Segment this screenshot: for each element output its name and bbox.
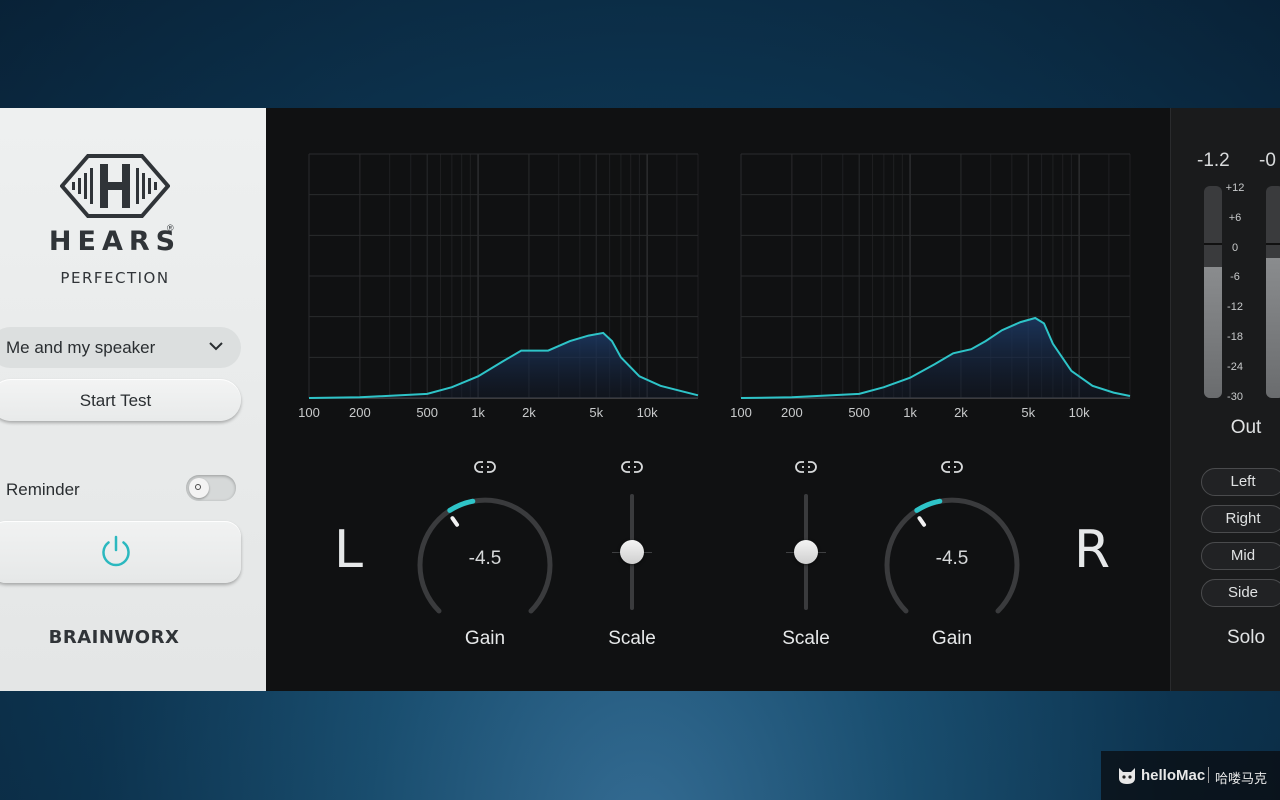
- eq-x-tick-label-right: 2k: [954, 405, 968, 420]
- meter-scale-tick: -12: [1227, 301, 1243, 314]
- gain-value-right: -4.5: [935, 548, 969, 569]
- eq-x-tick-label-left: 2k: [522, 405, 536, 420]
- gain-knob-pointer: [917, 516, 927, 527]
- output-readout-left: -1.2: [1197, 150, 1230, 171]
- output-readout-right: -0: [1259, 150, 1276, 171]
- watermark: helloMac 哈喽马克: [1101, 751, 1280, 800]
- hears-logo-icon: [60, 154, 170, 218]
- eq-x-tick-label-right: 10k: [1069, 405, 1090, 420]
- eq-x-tick-label-left: 5k: [589, 405, 603, 420]
- eq-x-tick-label-right: 5k: [1021, 405, 1035, 420]
- output-meter-right-peak: [1266, 243, 1280, 246]
- start-test-label: Start Test: [79, 391, 152, 410]
- gain-knob-value-arc: [447, 498, 476, 513]
- chevron-down-icon: [209, 342, 223, 351]
- brainworx-logo: BRAINWORX: [48, 627, 180, 648]
- power-button[interactable]: [0, 521, 241, 583]
- right-channel-label: R: [1074, 520, 1111, 580]
- scale-slider-left-thumb[interactable]: [620, 540, 644, 564]
- gain-value-left: -4.5: [468, 548, 502, 569]
- reminder-label: Reminder: [6, 480, 80, 499]
- output-meter-right: [1266, 186, 1280, 398]
- toggle-knob: [189, 478, 209, 498]
- link-icon[interactable]: [621, 460, 643, 474]
- output-meter-right-level: [1266, 258, 1280, 398]
- solo-right-button[interactable]: Right: [1201, 505, 1280, 533]
- registered-mark: ®: [167, 223, 174, 233]
- meter-scale-tick: -6: [1230, 271, 1240, 284]
- left-control-panel: HEARS ® PERFECTION Me and my speaker Sta…: [0, 108, 266, 691]
- brand-subtitle: PERFECTION: [60, 269, 170, 287]
- scale-label-right: Scale: [782, 628, 830, 649]
- brand-name: HEARS: [48, 226, 182, 257]
- watermark-brand: helloMac: [1141, 767, 1206, 784]
- link-icon[interactable]: [474, 460, 496, 474]
- meter-scale-tick: -24: [1227, 360, 1243, 373]
- meter-scale-tick: +12: [1225, 182, 1245, 194]
- reminder-toggle[interactable]: [186, 475, 236, 501]
- profile-dropdown-value: Me and my speaker: [6, 338, 156, 357]
- eq-x-tick-label-right: 1k: [903, 405, 917, 420]
- gain-label-right: Gain: [931, 628, 973, 649]
- eq-graph-right: 100 200 500 1k 2k 5k 10k: [730, 153, 1131, 420]
- eq-x-tick-label-left: 1k: [471, 405, 485, 420]
- cat-logo-icon: [1119, 768, 1135, 784]
- eq-x-tick-label-right: 100: [730, 405, 752, 420]
- start-test-button[interactable]: Start Test: [0, 379, 241, 421]
- solo-left-button[interactable]: Left: [1201, 468, 1280, 496]
- eq-x-tick-label-left: 200: [349, 405, 371, 420]
- eq-x-tick-label-left: 10k: [637, 405, 658, 420]
- meter-scale-tick: 0: [1231, 241, 1239, 254]
- link-icon[interactable]: [941, 460, 963, 474]
- eq-x-tick-label-right: 500: [848, 405, 870, 420]
- solo-label: Solo: [1226, 627, 1266, 648]
- meter-scale-tick: -18: [1227, 331, 1243, 343]
- toggle-off-indicator-icon: [195, 484, 201, 490]
- output-panel: -1.2 -0 +12 +6 0 -6 -12 -18 -24 -30 Out Left Ri…: [1170, 108, 1280, 691]
- output-meter-left: [1204, 186, 1222, 398]
- output-label: Out: [1230, 417, 1262, 438]
- eq-x-tick-label-left: 100: [298, 405, 320, 420]
- gain-knob-value-arc: [914, 498, 943, 513]
- left-channel-label: L: [334, 520, 363, 580]
- link-icon[interactable]: [795, 460, 817, 474]
- profile-dropdown[interactable]: Me and my speaker: [0, 327, 241, 368]
- watermark-separator: [1208, 767, 1209, 783]
- solo-side-button[interactable]: Side: [1201, 579, 1280, 607]
- solo-mid-button[interactable]: Mid: [1201, 542, 1280, 570]
- watermark-chinese-text: 哈喽马克: [1215, 772, 1268, 787]
- eq-main-panel: 1002005001k2k5k10k+18+15+12+9+6+30 10020…: [266, 108, 1170, 691]
- power-icon: [102, 535, 130, 567]
- scale-label-left: Scale: [608, 628, 656, 649]
- output-meter-left-peak: [1204, 243, 1222, 246]
- meter-scale-tick: -30: [1227, 390, 1243, 403]
- eq-x-tick-label-left: 500: [416, 405, 438, 420]
- gain-label-left: Gain: [464, 628, 506, 649]
- gain-knob-pointer: [450, 516, 460, 527]
- meter-scale-tick: +6: [1228, 211, 1242, 224]
- eq-x-tick-label-right: 200: [781, 405, 803, 420]
- eq-graph-left: 1002005001k2k5k10k+18+15+12+9+6+30: [298, 153, 699, 420]
- scale-slider-right-thumb[interactable]: [794, 540, 818, 564]
- output-meter-left-level: [1204, 266, 1222, 398]
- plugin-window: HEARS ® PERFECTION Me and my speaker Sta…: [0, 108, 1280, 691]
